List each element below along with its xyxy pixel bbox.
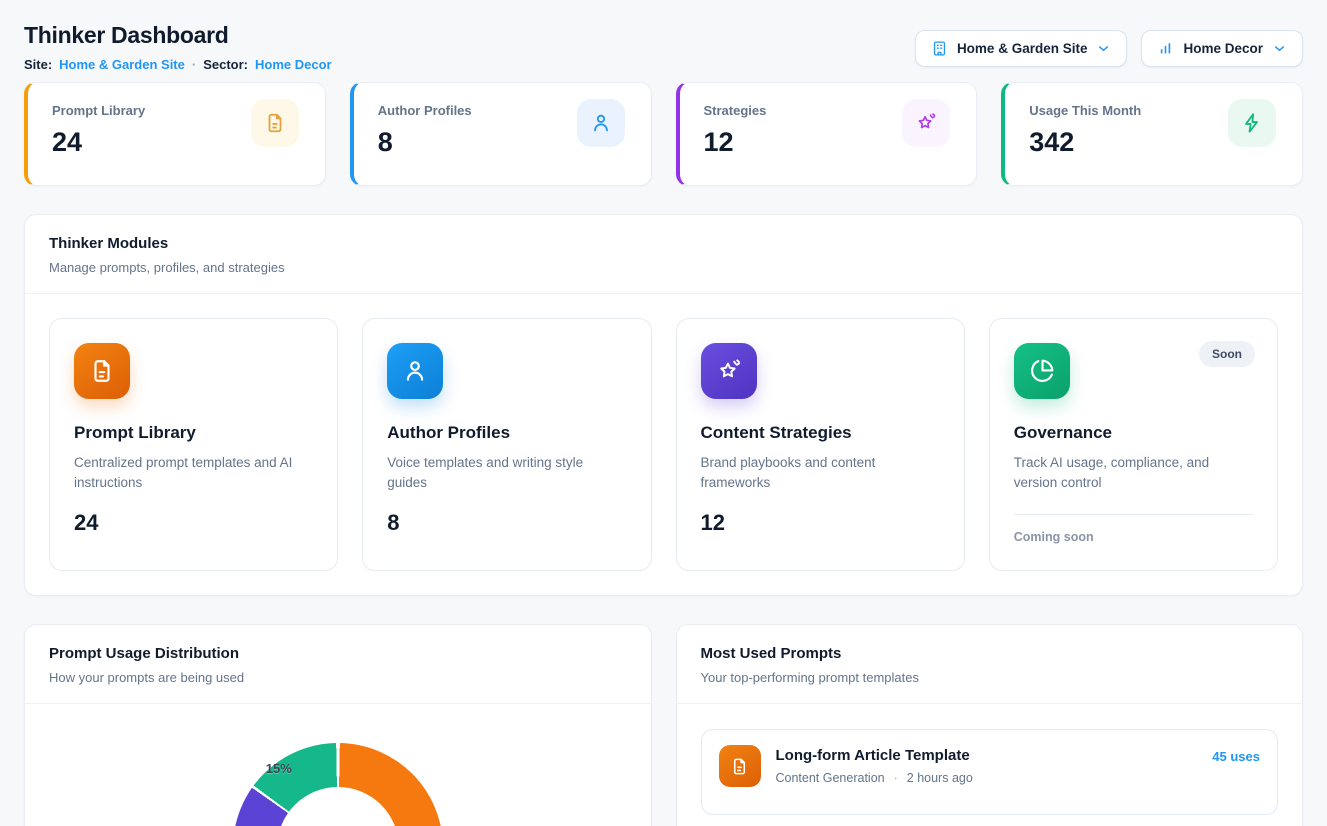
sparkle-star-icon [902, 99, 950, 147]
modules-card-header: Thinker Modules Manage prompts, profiles… [25, 215, 1302, 294]
prompt-item-main: Long-form Article Template Content Gener… [776, 745, 973, 785]
donut-chart: 15% [25, 704, 651, 826]
pie-chart-icon [1014, 343, 1070, 399]
sector-link[interactable]: Home Decor [255, 57, 332, 72]
breadcrumb: Site: Home & Garden Site · Sector: Home … [24, 57, 332, 72]
header-left: Thinker Dashboard Site: Home & Garden Si… [24, 22, 332, 72]
dashboard-page: Thinker Dashboard Site: Home & Garden Si… [0, 0, 1327, 826]
module-description: Centralized prompt templates and AI inst… [74, 453, 294, 494]
site-label: Site: [24, 57, 52, 72]
module-count: 24 [74, 510, 313, 536]
user-icon [577, 99, 625, 147]
sector-selector-label: Home Decor [1183, 41, 1263, 56]
most-used-header: Most Used Prompts Your top-performing pr… [677, 625, 1303, 704]
module-description: Brand playbooks and content frameworks [701, 453, 921, 494]
bar-chart-icon [1157, 40, 1174, 57]
module-title: Prompt Library [74, 423, 313, 443]
module-count: 12 [701, 510, 940, 536]
module-description: Track AI usage, compliance, and version … [1014, 453, 1234, 494]
thinker-modules-card: Thinker Modules Manage prompts, profiles… [24, 214, 1303, 596]
page-header: Thinker Dashboard Site: Home & Garden Si… [24, 22, 1303, 72]
divider [1014, 514, 1253, 515]
usage-card-header: Prompt Usage Distribution How your promp… [25, 625, 651, 704]
modules-grid: Prompt Library Centralized prompt templa… [25, 294, 1302, 595]
module-card-prompt-library[interactable]: Prompt Library Centralized prompt templa… [49, 318, 338, 571]
document-icon [719, 745, 761, 787]
sparkle-star-icon [701, 343, 757, 399]
stat-card-author-profiles: Author Profiles 8 [350, 82, 652, 186]
modules-subtitle: Manage prompts, profiles, and strategies [49, 260, 1278, 275]
module-title: Author Profiles [387, 423, 626, 443]
prompt-time: 2 hours ago [907, 771, 973, 785]
module-card-governance: Soon Governance Track AI usage, complian… [989, 318, 1278, 571]
prompt-usage-card: Prompt Usage Distribution How your promp… [24, 624, 652, 826]
document-icon [74, 343, 130, 399]
lightning-icon [1228, 99, 1276, 147]
most-used-title: Most Used Prompts [701, 645, 1279, 662]
modules-title: Thinker Modules [49, 235, 1278, 252]
most-used-subtitle: Your top-performing prompt templates [701, 670, 1279, 685]
donut-ring: 15% [233, 743, 443, 826]
prompt-category: Content Generation [776, 771, 885, 785]
stat-card-strategies: Strategies 12 [676, 82, 978, 186]
user-icon [387, 343, 443, 399]
module-title: Content Strategies [701, 423, 940, 443]
site-link[interactable]: Home & Garden Site [59, 57, 185, 72]
prompt-item-title: Long-form Article Template [776, 747, 973, 764]
site-selector-label: Home & Garden Site [957, 41, 1088, 56]
module-card-content-strategies[interactable]: Content Strategies Brand playbooks and c… [676, 318, 965, 571]
soon-badge: Soon [1199, 341, 1255, 367]
uses-count-badge: 45 uses [1212, 745, 1260, 764]
most-used-prompts-card: Most Used Prompts Your top-performing pr… [676, 624, 1304, 826]
building-icon [931, 40, 948, 57]
stats-row: Prompt Library 24 Author Profiles 8 Stra… [24, 82, 1303, 186]
usage-title: Prompt Usage Distribution [49, 645, 627, 662]
document-icon [251, 99, 299, 147]
bottom-row: Prompt Usage Distribution How your promp… [24, 624, 1303, 826]
chevron-down-icon [1096, 41, 1111, 56]
sector-selector-dropdown[interactable]: Home Decor [1141, 30, 1303, 67]
donut-segment-label: 15% [266, 761, 292, 776]
stat-card-prompt-library: Prompt Library 24 [24, 82, 326, 186]
stat-card-usage: Usage This Month 342 [1001, 82, 1303, 186]
site-selector-dropdown[interactable]: Home & Garden Site [915, 30, 1128, 67]
prompt-list-item[interactable]: Long-form Article Template Content Gener… [701, 729, 1279, 815]
usage-subtitle: How your prompts are being used [49, 670, 627, 685]
sector-label: Sector: [203, 57, 248, 72]
coming-soon-text: Coming soon [1014, 530, 1253, 544]
prompt-item-meta: Content Generation · 2 hours ago [776, 771, 973, 785]
chevron-down-icon [1272, 41, 1287, 56]
module-description: Voice templates and writing style guides [387, 453, 607, 494]
module-title: Governance [1014, 423, 1253, 443]
separator-dot: · [894, 771, 898, 785]
header-selectors: Home & Garden Site Home Decor [915, 30, 1303, 67]
module-count: 8 [387, 510, 626, 536]
module-card-author-profiles[interactable]: Author Profiles Voice templates and writ… [362, 318, 651, 571]
page-title: Thinker Dashboard [24, 22, 332, 49]
separator-dot: · [192, 57, 196, 72]
